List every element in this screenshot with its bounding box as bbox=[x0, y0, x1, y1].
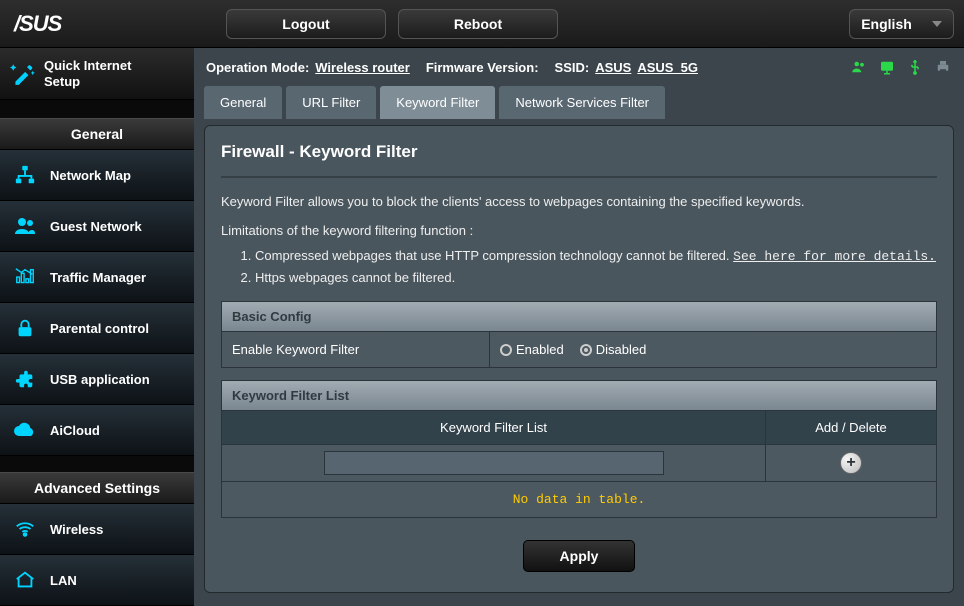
network-status-icon[interactable] bbox=[878, 58, 896, 76]
sidebar-item-usb-application[interactable]: USB application bbox=[0, 354, 194, 405]
limitation-item: Compressed webpages that use HTTP compre… bbox=[255, 248, 937, 264]
sidebar-item-wireless[interactable]: Wireless bbox=[0, 504, 194, 555]
home-icon bbox=[12, 567, 38, 593]
keyword-input[interactable] bbox=[324, 451, 664, 475]
sidebar: Quick InternetSetup General Network Map … bbox=[0, 48, 194, 606]
ssid-label: SSID: bbox=[555, 60, 590, 75]
tab-network-services-filter[interactable]: Network Services Filter bbox=[499, 86, 665, 119]
ssid-value-1[interactable]: ASUS bbox=[595, 60, 631, 75]
printer-status-icon[interactable] bbox=[934, 58, 952, 76]
brand-logo: /SUS bbox=[10, 11, 96, 37]
ssid-value-2[interactable]: ASUS_5G bbox=[637, 60, 698, 75]
advanced-section-head: Advanced Settings bbox=[0, 472, 194, 504]
add-button[interactable]: + bbox=[840, 452, 862, 474]
traffic-manager-icon bbox=[12, 264, 38, 290]
users-icon[interactable] bbox=[850, 58, 868, 76]
qis-label: Quick InternetSetup bbox=[44, 58, 131, 89]
wand-icon bbox=[10, 61, 36, 87]
page-description: Keyword Filter allows you to block the c… bbox=[221, 194, 937, 209]
keyword-filter-list-header: Keyword Filter List bbox=[222, 381, 936, 410]
usb-status-icon[interactable] bbox=[906, 58, 924, 76]
op-mode-label: Operation Mode: bbox=[206, 60, 309, 75]
sidebar-item-network-map[interactable]: Network Map bbox=[0, 150, 194, 201]
radio-disabled-label: Disabled bbox=[596, 342, 647, 357]
basic-config-block: Basic Config Enable Keyword Filter Enabl… bbox=[221, 301, 937, 368]
sidebar-item-label: Guest Network bbox=[50, 219, 142, 234]
page-title: Firewall - Keyword Filter bbox=[221, 142, 937, 162]
status-row: Operation Mode: Wireless router Firmware… bbox=[204, 56, 954, 86]
fw-label: Firmware Version: bbox=[426, 60, 539, 75]
puzzle-icon bbox=[12, 366, 38, 392]
language-select[interactable]: English bbox=[849, 9, 954, 39]
plus-icon: + bbox=[846, 454, 855, 472]
cloud-icon bbox=[12, 417, 38, 443]
language-label: English bbox=[861, 16, 912, 32]
sidebar-item-label: Wireless bbox=[50, 522, 103, 537]
basic-config-header: Basic Config bbox=[222, 302, 936, 331]
radio-enabled[interactable]: Enabled bbox=[500, 342, 564, 357]
radio-disabled[interactable]: Disabled bbox=[580, 342, 647, 357]
sidebar-item-label: Traffic Manager bbox=[50, 270, 146, 285]
sidebar-item-label: AiCloud bbox=[50, 423, 100, 438]
general-section-head: General bbox=[0, 118, 194, 150]
tab-keyword-filter[interactable]: Keyword Filter bbox=[380, 86, 495, 119]
col-action: Add / Delete bbox=[766, 411, 936, 444]
apply-button[interactable]: Apply bbox=[523, 540, 636, 572]
panel: Firewall - Keyword Filter Keyword Filter… bbox=[204, 125, 954, 593]
chevron-down-icon bbox=[932, 21, 942, 27]
limitations-label: Limitations of the keyword filtering fun… bbox=[221, 223, 937, 238]
main-content: Operation Mode: Wireless router Firmware… bbox=[194, 48, 964, 606]
sidebar-item-traffic-manager[interactable]: Traffic Manager bbox=[0, 252, 194, 303]
tab-general[interactable]: General bbox=[204, 86, 282, 119]
sidebar-item-lan[interactable]: LAN bbox=[0, 555, 194, 606]
op-mode-value[interactable]: Wireless router bbox=[315, 60, 410, 75]
limitations-list: Compressed webpages that use HTTP compre… bbox=[221, 248, 937, 285]
guest-network-icon bbox=[12, 213, 38, 239]
sidebar-item-label: USB application bbox=[50, 372, 150, 387]
wifi-icon bbox=[12, 516, 38, 542]
lock-icon bbox=[12, 315, 38, 341]
col-keyword: Keyword Filter List bbox=[222, 411, 766, 444]
sidebar-item-label: Network Map bbox=[50, 168, 131, 183]
sidebar-item-parental-control[interactable]: Parental control bbox=[0, 303, 194, 354]
sidebar-item-aicloud[interactable]: AiCloud bbox=[0, 405, 194, 456]
enable-keyword-filter-label: Enable Keyword Filter bbox=[222, 332, 490, 367]
sidebar-item-label: LAN bbox=[50, 573, 77, 588]
tabs: General URL Filter Keyword Filter Networ… bbox=[204, 86, 954, 119]
reboot-button[interactable]: Reboot bbox=[398, 9, 558, 39]
keyword-filter-list-block: Keyword Filter List Keyword Filter List … bbox=[221, 380, 937, 518]
tab-url-filter[interactable]: URL Filter bbox=[286, 86, 376, 119]
no-data-message: No data in table. bbox=[222, 481, 936, 517]
sidebar-item-label: Parental control bbox=[50, 321, 149, 336]
logout-button[interactable]: Logout bbox=[226, 9, 386, 39]
limitation-item: Https webpages cannot be filtered. bbox=[255, 270, 937, 285]
radio-enabled-label: Enabled bbox=[516, 342, 564, 357]
sidebar-item-guest-network[interactable]: Guest Network bbox=[0, 201, 194, 252]
see-details-link[interactable]: See here for more details. bbox=[733, 249, 936, 264]
radio-icon bbox=[500, 344, 512, 356]
quick-internet-setup[interactable]: Quick InternetSetup bbox=[0, 48, 194, 100]
radio-icon bbox=[580, 344, 592, 356]
divider bbox=[221, 176, 937, 178]
network-map-icon bbox=[12, 162, 38, 188]
top-bar: /SUS Logout Reboot English bbox=[0, 0, 964, 48]
